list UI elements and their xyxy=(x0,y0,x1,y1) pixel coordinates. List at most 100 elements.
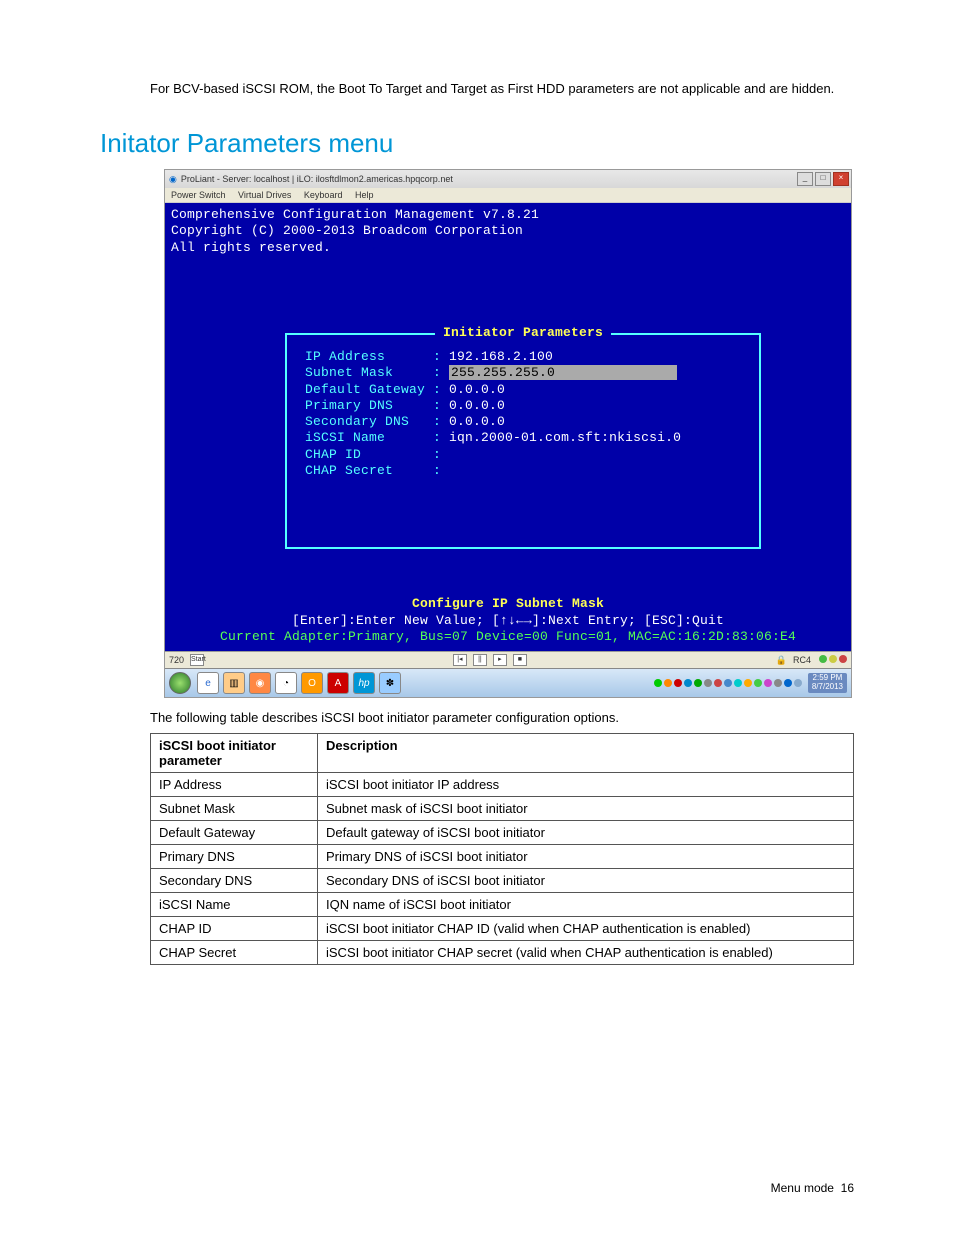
tray-icon[interactable] xyxy=(774,679,782,687)
param-name-cell: Default Gateway xyxy=(151,821,318,845)
config-hint-title: Configure IP Subnet Mask xyxy=(165,596,851,612)
table-row: CHAP SecretiSCSI boot initiator CHAP sec… xyxy=(151,941,854,965)
hp-logo-icon: ◉ xyxy=(169,174,177,185)
hp-icon[interactable]: hp xyxy=(353,672,375,694)
tray-icon[interactable] xyxy=(724,679,732,687)
table-row: CHAP IDiSCSI boot initiator CHAP ID (val… xyxy=(151,917,854,941)
param-name-cell: Subnet Mask xyxy=(151,797,318,821)
playback-prev-icon[interactable]: |◂ xyxy=(453,654,467,666)
param-name-cell: Secondary DNS xyxy=(151,869,318,893)
param-value[interactable]: 0.0.0.0 xyxy=(449,414,505,429)
office-icon[interactable]: O xyxy=(301,672,323,694)
tray-icon[interactable] xyxy=(714,679,722,687)
box-title: Initiator Parameters xyxy=(435,325,611,341)
param-desc-cell: Default gateway of iSCSI boot initiator xyxy=(318,821,854,845)
chrome-icon[interactable]: ◔ xyxy=(275,672,297,694)
param-desc-cell: Secondary DNS of iSCSI boot initiator xyxy=(318,869,854,893)
ilo-screenshot: ◉ ProLiant - Server: localhost | iLO: il… xyxy=(164,169,852,698)
param-label: Subnet Mask xyxy=(305,365,425,380)
param-desc-cell: iSCSI boot initiator CHAP ID (valid when… xyxy=(318,917,854,941)
param-row[interactable]: Default Gateway : 0.0.0.0 xyxy=(305,382,741,398)
param-label: Secondary DNS xyxy=(305,414,425,429)
windows-taskbar: e ▥ ◉ ◔ O A hp ✽ xyxy=(165,668,851,697)
param-desc-cell: Primary DNS of iSCSI boot initiator xyxy=(318,845,854,869)
explorer-icon[interactable]: ▥ xyxy=(223,672,245,694)
param-value[interactable]: 0.0.0.0 xyxy=(449,398,505,413)
param-value[interactable]: 192.168.2.100 xyxy=(449,349,553,364)
table-row: Subnet MaskSubnet mask of iSCSI boot ini… xyxy=(151,797,854,821)
param-name-cell: CHAP ID xyxy=(151,917,318,941)
param-row[interactable]: CHAP Secret : xyxy=(305,463,741,479)
menu-help[interactable]: Help xyxy=(355,190,374,200)
start-button[interactable]: Start xyxy=(190,654,204,666)
start-orb-icon[interactable] xyxy=(169,672,191,694)
taskbar-clock[interactable]: 2:59 PM 8/7/2013 xyxy=(808,673,847,693)
param-row[interactable]: Subnet Mask : 255.255.255.0 xyxy=(305,365,741,381)
tray-icon[interactable] xyxy=(764,679,772,687)
intro-paragraph: For BCV-based iSCSI ROM, the Boot To Tar… xyxy=(150,80,854,98)
param-value[interactable]: iqn.2000-01.com.sft:nkiscsi.0 xyxy=(449,430,681,445)
status-lamps xyxy=(817,655,847,665)
tray-icon[interactable] xyxy=(734,679,742,687)
adapter-info-line: Current Adapter:Primary, Bus=07 Device=0… xyxy=(165,629,851,645)
close-icon[interactable]: × xyxy=(833,172,849,186)
param-name-cell: Primary DNS xyxy=(151,845,318,869)
param-name-cell: IP Address xyxy=(151,773,318,797)
ie-icon[interactable]: e xyxy=(197,672,219,694)
table-row: Default GatewayDefault gateway of iSCSI … xyxy=(151,821,854,845)
ilo-statusbar: 720 Start |◂ || ▸ ■ 🔒 RC4 xyxy=(165,651,851,668)
param-label: Primary DNS xyxy=(305,398,425,413)
maximize-icon[interactable]: □ xyxy=(815,172,831,186)
param-row[interactable]: Secondary DNS : 0.0.0.0 xyxy=(305,414,741,430)
tray-icon[interactable] xyxy=(684,679,692,687)
param-label: iSCSI Name xyxy=(305,430,425,445)
tray-icon[interactable] xyxy=(664,679,672,687)
param-row[interactable]: Primary DNS : 0.0.0.0 xyxy=(305,398,741,414)
tray-icon[interactable] xyxy=(694,679,702,687)
param-row[interactable]: iSCSI Name : iqn.2000-01.com.sft:nkiscsi… xyxy=(305,430,741,446)
table-header: Description xyxy=(318,734,854,773)
param-label: Default Gateway xyxy=(305,382,425,397)
tray-icon[interactable] xyxy=(654,679,662,687)
tray-icon[interactable] xyxy=(674,679,682,687)
minimize-icon[interactable]: _ xyxy=(797,172,813,186)
param-value[interactable]: 0.0.0.0 xyxy=(449,382,505,397)
playback-pause-icon[interactable]: || xyxy=(473,654,487,666)
terminal-header-line: Comprehensive Configuration Management v… xyxy=(171,207,845,223)
bios-terminal: Comprehensive Configuration Management v… xyxy=(165,203,851,651)
param-value[interactable]: 255.255.255.0 xyxy=(449,365,677,380)
window-menubar: Power Switch Virtual Drives Keyboard Hel… xyxy=(165,188,851,203)
param-label: CHAP ID xyxy=(305,447,425,462)
status-resolution: 720 xyxy=(169,655,184,665)
tray-icon[interactable] xyxy=(754,679,762,687)
param-name-cell: iSCSI Name xyxy=(151,893,318,917)
terminal-header-line: Copyright (C) 2000-2013 Broadcom Corpora… xyxy=(171,223,845,239)
menu-keyboard[interactable]: Keyboard xyxy=(304,190,343,200)
param-desc-cell: IQN name of iSCSI boot initiator xyxy=(318,893,854,917)
lock-icon: 🔒 xyxy=(776,655,787,666)
param-label: CHAP Secret xyxy=(305,463,425,478)
playback-stop-icon[interactable]: ■ xyxy=(513,654,527,666)
tray-icon[interactable] xyxy=(794,679,802,687)
param-desc-cell: iSCSI boot initiator CHAP secret (valid … xyxy=(318,941,854,965)
parameter-description-table: iSCSI boot initiator parameter Descripti… xyxy=(150,733,854,965)
param-row[interactable]: CHAP ID : xyxy=(305,447,741,463)
menu-power-switch[interactable]: Power Switch xyxy=(171,190,226,200)
tray-icon[interactable] xyxy=(744,679,752,687)
page-footer: Menu mode 16 xyxy=(771,1181,854,1195)
terminal-header-line: All rights reserved. xyxy=(171,240,845,256)
table-row: Secondary DNSSecondary DNS of iSCSI boot… xyxy=(151,869,854,893)
param-label: IP Address xyxy=(305,349,425,364)
table-row: IP AddressiSCSI boot initiator IP addres… xyxy=(151,773,854,797)
encryption-label: RC4 xyxy=(793,655,811,665)
tray-icon[interactable] xyxy=(784,679,792,687)
firefox-icon[interactable]: ◉ xyxy=(249,672,271,694)
window-title: ProLiant - Server: localhost | iLO: ilos… xyxy=(181,174,453,184)
playback-play-icon[interactable]: ▸ xyxy=(493,654,507,666)
app-icon[interactable]: ✽ xyxy=(379,672,401,694)
table-header: iSCSI boot initiator parameter xyxy=(151,734,318,773)
tray-icon[interactable] xyxy=(704,679,712,687)
menu-virtual-drives[interactable]: Virtual Drives xyxy=(238,190,291,200)
adobe-icon[interactable]: A xyxy=(327,672,349,694)
param-row[interactable]: IP Address : 192.168.2.100 xyxy=(305,349,741,365)
